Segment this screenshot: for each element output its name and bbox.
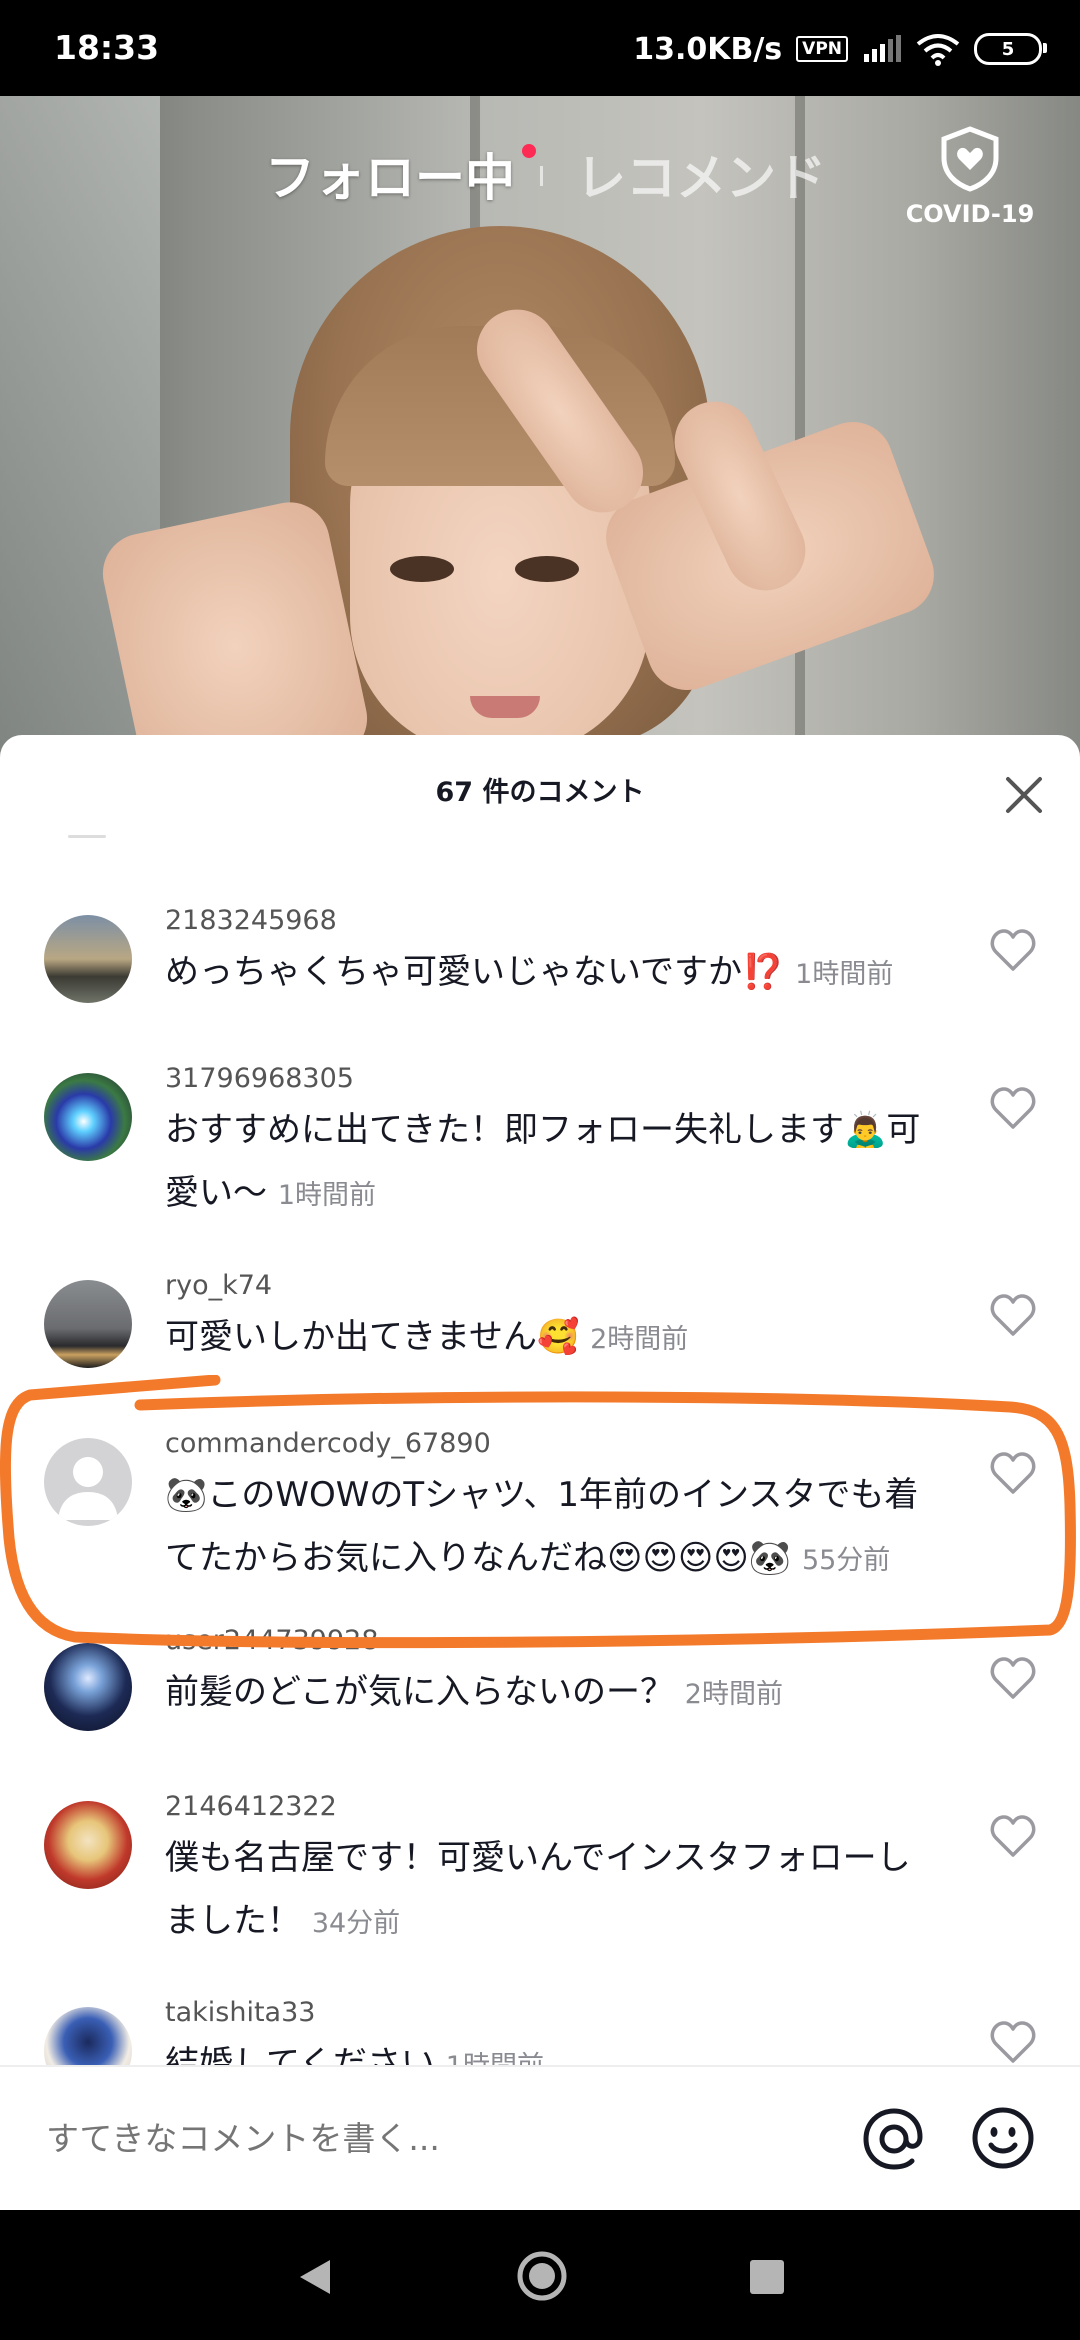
heart-icon[interactable] <box>988 927 1038 973</box>
heart-icon[interactable] <box>988 1292 1038 1338</box>
comment-text: 可愛いしか出てきません🥰 2時間前 <box>165 1306 940 1371</box>
heart-icon[interactable] <box>988 2019 1038 2065</box>
tab-following[interactable]: フォロー中 <box>265 138 515 210</box>
lips <box>470 696 540 718</box>
emoji-icon[interactable] <box>970 2105 1036 2171</box>
close-icon[interactable] <box>998 769 1050 821</box>
status-time: 18:33 <box>54 28 160 67</box>
comment-body: めっちゃくちゃ可愛いじゃないですか⁉️ <box>165 952 785 992</box>
comment-time: 2時間前 <box>590 1324 689 1355</box>
status-bar: 18:33 13.0KB/s VPN 5 <box>0 0 1080 96</box>
comment-text: 🐼このWOWのTシャツ、1年前のインスタでも着てたからお気に入りなんだね😍😍😍😍… <box>165 1464 940 1592</box>
avatar[interactable] <box>44 2007 132 2065</box>
comment-text: 結婚してください 1時間前 <box>165 2033 940 2065</box>
comment-time: 55分前 <box>801 1545 891 1576</box>
covid-19-button[interactable]: COVID-19 <box>900 126 1040 228</box>
wifi-icon <box>916 34 960 66</box>
comment-username[interactable]: takishita33 <box>165 1997 315 2028</box>
comment-username[interactable]: ryo_k74 <box>165 1270 272 1301</box>
comment-input[interactable] <box>44 2107 828 2169</box>
scroll-fragment <box>68 835 106 838</box>
comment-username[interactable]: 2183245968 <box>165 905 337 936</box>
home-icon[interactable] <box>516 2250 568 2302</box>
comment-text: 僕も名古屋です！可愛いんでインスタフォローしました！ 34分前 <box>165 1827 940 1955</box>
tab-separator <box>540 166 543 186</box>
shield-heart-icon <box>941 126 999 192</box>
comment-text: 前髪のどこが気に入らないのー？ 2時間前 <box>165 1661 940 1726</box>
comment-body: 僕も名古屋です！可愛いんでインスタフォローしました！ <box>165 1838 911 1941</box>
comment-username[interactable]: 31796968305 <box>165 1063 354 1094</box>
comment-username[interactable]: 2146412322 <box>165 1791 337 1822</box>
comment-time: 34分前 <box>311 1908 401 1939</box>
system-nav-bar <box>0 2210 1080 2340</box>
comment-text: おすすめに出てきた！即フォロー失礼します🙇‍♂️可愛い〜 1時間前 <box>165 1099 940 1227</box>
comment-body: 前髪のどこが気に入らないのー？ <box>165 1672 674 1712</box>
avatar[interactable] <box>44 1801 132 1889</box>
comment-text: めっちゃくちゃ可愛いじゃないですか⁉️ 1時間前 <box>165 941 940 1006</box>
avatar[interactable] <box>44 1280 132 1368</box>
signal-icon <box>864 35 901 62</box>
heart-icon[interactable] <box>988 1813 1038 1859</box>
left-eye <box>390 556 454 582</box>
recents-icon[interactable] <box>750 2260 784 2294</box>
avatar[interactable] <box>44 915 132 1003</box>
avatar[interactable] <box>44 1073 132 1161</box>
comments-sheet: 67 件のコメント 2183245968 めっちゃくちゃ可愛いじゃないですか⁉️… <box>0 735 1080 2065</box>
vpn-icon: VPN <box>796 36 848 62</box>
heart-icon[interactable] <box>988 1655 1038 1701</box>
heart-icon[interactable] <box>988 1450 1038 1496</box>
right-eye <box>515 556 579 582</box>
comment-count-title: 67 件のコメント <box>435 777 645 808</box>
network-speed: 13.0KB/s <box>633 31 783 67</box>
comment-body: 結婚してください <box>165 2044 435 2065</box>
avatar[interactable] <box>44 1643 132 1731</box>
comment-time: 1時間前 <box>795 959 894 990</box>
comment-username[interactable]: commandercody_67890 <box>165 1428 491 1459</box>
comment-time: 2時間前 <box>684 1679 783 1710</box>
comment-body: 可愛いしか出てきません🥰 <box>165 1317 580 1357</box>
comment-input-bar <box>0 2065 1080 2212</box>
heart-icon[interactable] <box>988 1085 1038 1131</box>
comment-username[interactable]: user244739928 <box>165 1625 379 1656</box>
back-icon[interactable] <box>296 2258 332 2296</box>
covid-label: COVID-19 <box>905 200 1035 228</box>
user-silhouette-icon <box>58 1457 118 1520</box>
comment-time: 1時間前 <box>277 1180 376 1211</box>
default-avatar[interactable] <box>44 1438 132 1526</box>
mention-at-icon[interactable] <box>860 2105 928 2173</box>
notification-dot <box>522 144 536 158</box>
comment-time: 1時間前 <box>446 2051 544 2065</box>
tab-recommend[interactable]: レコメンド <box>576 138 826 210</box>
status-icons: 13.0KB/s VPN 5 <box>633 24 1047 74</box>
battery-icon: 5 <box>974 33 1047 65</box>
